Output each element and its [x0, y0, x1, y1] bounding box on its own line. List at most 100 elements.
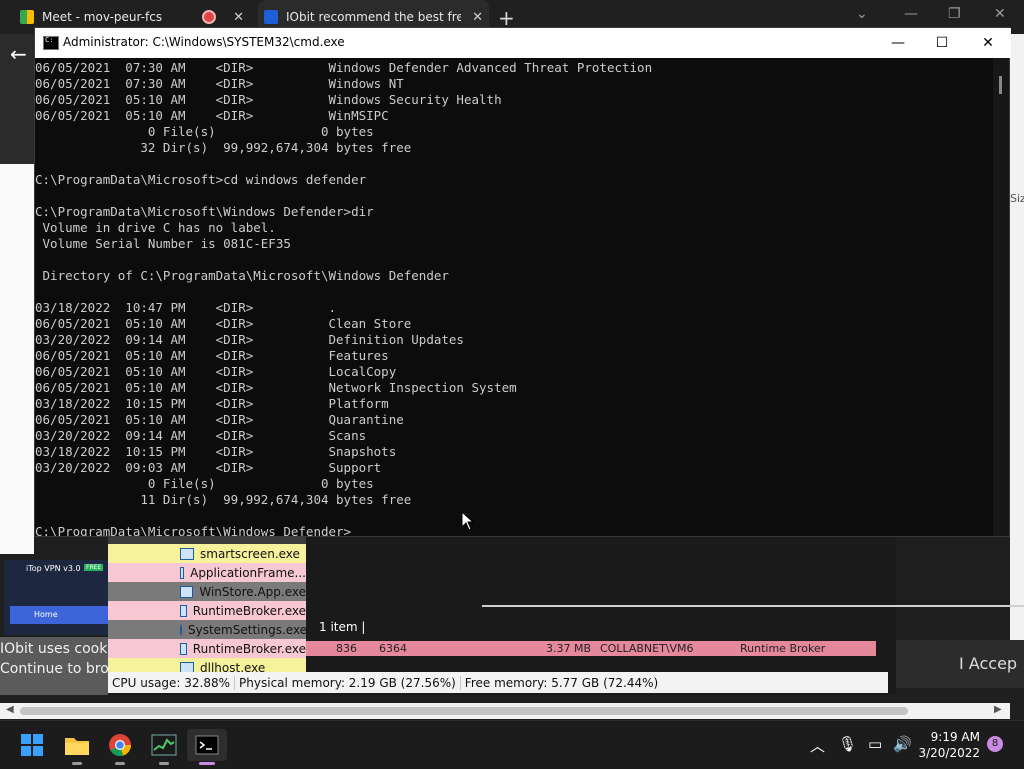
- items-count-label: 1 item: [319, 620, 358, 634]
- close-icon[interactable]: ✕: [994, 6, 1006, 22]
- console-line: 06/05/2021 05:10 AM <DIR> Windows Securi…: [35, 92, 502, 107]
- console-line: 0 File(s) 0 bytes: [35, 124, 374, 139]
- maximize-button[interactable]: ☐: [919, 30, 965, 56]
- notification-badge[interactable]: 8: [987, 736, 1003, 752]
- console-line: 06/05/2021 05:10 AM <DIR> WinMSIPC: [35, 108, 389, 123]
- console-line: 06/05/2021 05:10 AM <DIR> LocalCopy: [35, 364, 397, 379]
- task-manager-icon: [151, 734, 177, 756]
- divider: [482, 605, 1024, 607]
- chevron-up-icon[interactable]: ︿: [810, 735, 825, 756]
- meet-icon: [20, 10, 34, 24]
- console-line: 06/05/2021 05:10 AM <DIR> Clean Store: [35, 316, 412, 331]
- process-name: dllhost.exe: [200, 660, 266, 673]
- process-row[interactable]: dllhost.exe: [108, 658, 306, 672]
- console-line: 03/20/2022 09:03 AM <DIR> Support: [35, 460, 382, 475]
- close-icon[interactable]: ✕: [233, 10, 244, 25]
- vertical-scrollbar[interactable]: [993, 58, 1009, 536]
- scroll-thumb[interactable]: [999, 76, 1002, 94]
- pid-cell: 836: [336, 642, 357, 655]
- clock[interactable]: 9:19 AM 3/20/2022: [918, 729, 980, 761]
- process-name: RuntimeBroker.exe: [192, 641, 306, 656]
- browser-toolbar: ←: [0, 34, 34, 164]
- minimize-button[interactable]: —: [875, 30, 921, 56]
- window-title: Administrator: C:\Windows\SYSTEM32\cmd.e…: [63, 35, 345, 49]
- iobit-icon: [264, 10, 278, 24]
- folder-icon: [65, 738, 89, 755]
- cmd-taskbar-button[interactable]: [187, 729, 227, 765]
- process-list[interactable]: smartscreen.exe ApplicationFrame... WinS…: [108, 537, 306, 672]
- chevron-down-icon[interactable]: ⌄: [856, 6, 868, 22]
- taskbar: ︿ 🎙 ▭ 🔊 9:19 AM 3/20/2022 8: [0, 720, 1024, 769]
- microphone-icon[interactable]: 🎙: [838, 735, 857, 753]
- close-icon[interactable]: ✕: [472, 10, 483, 25]
- accept-label: I Accep: [959, 654, 1018, 673]
- console-line: Volume in drive C has no label.: [35, 220, 276, 235]
- window-icon: [180, 604, 187, 617]
- terminal-icon: [195, 735, 219, 755]
- items-count: 1 item |: [319, 620, 366, 634]
- description-cell: Runtime Broker: [740, 642, 826, 655]
- mouse-cursor-icon: [461, 511, 475, 531]
- process-name: smartscreen.exe: [200, 546, 300, 561]
- window-icon: [180, 566, 185, 579]
- vpn-title: iTop VPN v3.0: [26, 564, 81, 573]
- process-row[interactable]: WinStore.App.exe: [108, 582, 306, 601]
- minimize-icon[interactable]: —: [904, 6, 918, 22]
- file-explorer-button[interactable]: [57, 729, 97, 765]
- console-line: 06/05/2021 05:10 AM <DIR> Quarantine: [35, 412, 404, 427]
- active-indicator: [199, 762, 215, 765]
- id-cell: 6364: [379, 642, 407, 655]
- console-line: Directory of C:\ProgramData\Microsoft\Wi…: [35, 268, 449, 283]
- process-name: ApplicationFrame...: [190, 565, 306, 580]
- console-line: C:\ProgramData\Microsoft\Windows Defende…: [35, 524, 352, 536]
- console-line: 06/05/2021 07:30 AM <DIR> Windows Defend…: [35, 60, 653, 75]
- user-cell: COLLABNET\VM6: [600, 642, 694, 655]
- column-header-fragment: Size: [1010, 192, 1024, 205]
- gear-icon: [180, 623, 182, 636]
- close-button[interactable]: ✕: [965, 30, 1011, 56]
- cookie-banner: IObit uses cookie Continue to brow: [0, 637, 120, 695]
- running-indicator: [72, 762, 82, 765]
- vpn-home-nav[interactable]: Home: [10, 606, 108, 624]
- status-bar: CPU usage: 32.88% Physical memory: 2.19 …: [108, 672, 888, 693]
- console-line: 03/20/2022 09:14 AM <DIR> Definition Upd…: [35, 332, 464, 347]
- scroll-left-icon[interactable]: ◀: [6, 704, 14, 715]
- volume-icon[interactable]: 🔊: [893, 735, 912, 753]
- console-line: 11 Dir(s) 99,992,674,304 bytes free: [35, 492, 412, 507]
- console-line: 03/18/2022 10:15 PM <DIR> Platform: [35, 396, 389, 411]
- scroll-thumb[interactable]: [20, 707, 908, 715]
- cmd-window[interactable]: Administrator: C:\Windows\SYSTEM32\cmd.e…: [34, 27, 1011, 537]
- console-line: 03/18/2022 10:47 PM <DIR> .: [35, 300, 337, 315]
- process-row[interactable]: RuntimeBroker.exe: [108, 601, 306, 620]
- vpn-app-window[interactable]: iTop VPN v3.0 FREE Home: [4, 560, 108, 635]
- start-button[interactable]: [12, 729, 52, 761]
- window-icon: [180, 642, 187, 655]
- accept-cookies-button[interactable]: I Accep: [894, 640, 1024, 688]
- process-row[interactable]: ApplicationFrame...: [108, 563, 306, 582]
- console-output[interactable]: 06/05/2021 07:30 AM <DIR> Windows Defend…: [35, 58, 995, 536]
- process-row[interactable]: smartscreen.exe: [108, 544, 306, 563]
- chrome-button[interactable]: [100, 729, 140, 765]
- console-line: C:\ProgramData\Microsoft\Windows Defende…: [35, 204, 374, 219]
- back-arrow-icon[interactable]: ←: [10, 42, 27, 66]
- detail-row[interactable]: 836 6364 3.37 MB COLLABNET\VM6 Runtime B…: [306, 641, 876, 656]
- cmd-title-bar[interactable]: Administrator: C:\Windows\SYSTEM32\cmd.e…: [35, 28, 1011, 58]
- console-line: 03/18/2022 10:15 PM <DIR> Snapshots: [35, 444, 397, 459]
- tab-title: Meet - mov-peur-fcs: [42, 10, 163, 24]
- horizontal-scrollbar[interactable]: ◀ ▶: [0, 703, 1010, 719]
- scroll-right-icon[interactable]: ▶: [994, 704, 1002, 715]
- process-name: SystemSettings.exe: [188, 622, 306, 637]
- process-row[interactable]: SystemSettings.exe: [108, 620, 306, 639]
- restore-icon[interactable]: ❐: [948, 6, 961, 22]
- console-line: 06/05/2021 05:10 AM <DIR> Network Inspec…: [35, 380, 517, 395]
- chrome-icon: [109, 734, 132, 757]
- page-right-edge: Size: [1010, 34, 1024, 654]
- process-row[interactable]: RuntimeBroker.exe: [108, 639, 306, 658]
- network-icon[interactable]: ▭: [868, 735, 882, 753]
- task-manager-button[interactable]: [144, 729, 184, 765]
- console-line: 32 Dir(s) 99,992,674,304 bytes free: [35, 140, 412, 155]
- running-indicator: [115, 762, 125, 765]
- console-line: 06/05/2021 07:30 AM <DIR> Windows NT: [35, 76, 404, 91]
- console-line: Volume Serial Number is 081C-EF35: [35, 236, 291, 251]
- running-indicator: [159, 762, 169, 765]
